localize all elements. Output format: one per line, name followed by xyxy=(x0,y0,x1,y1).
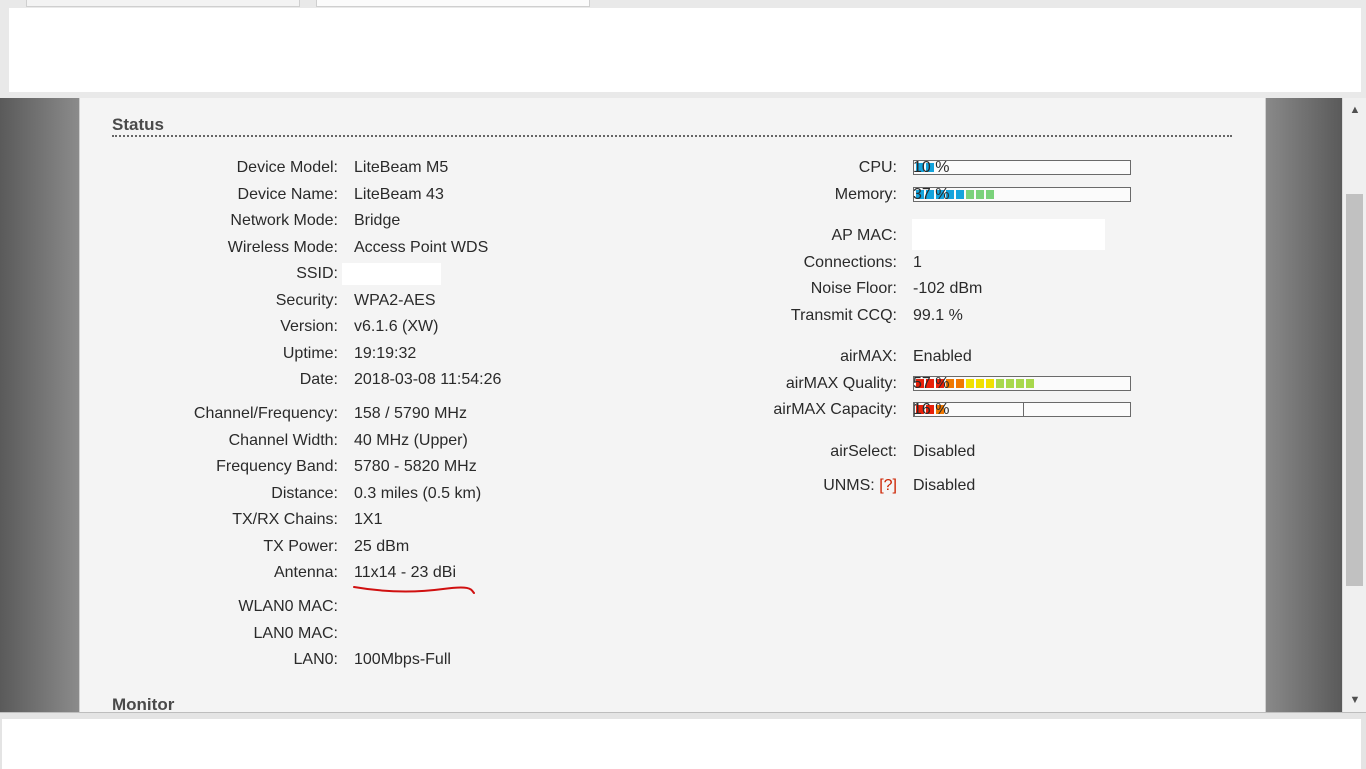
row-tx-power: TX Power: 25 dBm xyxy=(80,536,1265,558)
row-lan0-mac: LAN0 MAC: xyxy=(80,623,1265,645)
value-unms: Disabled xyxy=(913,477,976,494)
row-noise-floor: Noise Floor: -102 dBm xyxy=(80,278,1265,300)
row-ap-mac: AP MAC: xyxy=(80,219,1265,250)
meter-cell xyxy=(976,379,984,388)
meter-cell xyxy=(956,379,964,388)
airmax-capacity-percent: 16 % xyxy=(913,401,950,418)
monitor-section-title: Monitor xyxy=(112,695,175,712)
browser-tab-active[interactable] xyxy=(316,0,590,7)
value-tx-power: 25 dBm xyxy=(354,538,410,555)
label-txrx-chains: TX/RX Chains: xyxy=(232,511,338,528)
status-panel: Status Device Model: LiteBeam M5 Device … xyxy=(79,98,1266,712)
label-ap-mac: AP MAC: xyxy=(831,227,898,244)
meter-cell xyxy=(986,379,994,388)
meter-cell xyxy=(966,190,974,199)
label-airmax-capacity: airMAX Capacity: xyxy=(773,401,897,418)
unms-help-link[interactable]: [?] xyxy=(879,477,897,494)
vertical-scrollbar[interactable]: ▲ ▼ xyxy=(1342,98,1366,712)
value-connections: 1 xyxy=(913,254,922,271)
meter-cell xyxy=(1016,379,1024,388)
value-noise-floor: -102 dBm xyxy=(913,280,983,297)
bottom-strip xyxy=(0,712,1366,769)
row-antenna: Antenna: 11x14 - 23 dBi xyxy=(80,562,1265,584)
value-lan0: 100Mbps-Full xyxy=(354,651,451,668)
value-airselect: Disabled xyxy=(913,443,976,460)
label-lan0: LAN0: xyxy=(293,651,338,668)
row-connections: Connections: 1 xyxy=(80,252,1265,274)
meter-cell xyxy=(956,190,964,199)
scroll-up-arrow-icon[interactable]: ▲ xyxy=(1343,100,1366,120)
row-lan0: LAN0: 100Mbps-Full xyxy=(80,649,1265,671)
meter-cell xyxy=(976,190,984,199)
browser-chrome xyxy=(0,0,1366,98)
label-airmax: airMAX: xyxy=(840,348,897,365)
label-antenna: Antenna: xyxy=(273,564,338,581)
label-tx-power: TX Power: xyxy=(263,538,338,555)
airmax-quality-percent: 57 % xyxy=(913,375,950,392)
status-section-title: Status xyxy=(112,115,164,134)
row-airmax-quality: airMAX Quality: 57 % xyxy=(80,373,1265,395)
row-cpu: CPU: 10 % xyxy=(80,157,1265,179)
value-transmit-ccq: 99.1 % xyxy=(913,307,963,324)
value-txrx-chains: 1X1 xyxy=(354,511,383,528)
meter-cell xyxy=(996,379,1004,388)
label-lan0-mac: LAN0 MAC: xyxy=(253,625,338,642)
unms-label-text: UNMS: xyxy=(823,477,875,494)
label-unms: UNMS: [?] xyxy=(823,475,897,497)
meter-cell xyxy=(1006,379,1014,388)
red-underline-annotation xyxy=(353,586,475,594)
label-airmax-quality: airMAX Quality: xyxy=(785,375,897,392)
label-noise-floor: Noise Floor: xyxy=(810,280,897,297)
label-cpu: CPU: xyxy=(858,159,897,176)
value-antenna: 11x14 - 23 dBi xyxy=(354,564,456,581)
cpu-percent: 10 % xyxy=(913,159,950,176)
browser-tab[interactable] xyxy=(26,0,300,7)
meter-cell xyxy=(986,190,994,199)
row-airselect: airSelect: Disabled xyxy=(80,441,1265,463)
value-airmax: Enabled xyxy=(913,348,972,365)
section-divider xyxy=(112,135,1232,137)
label-connections: Connections: xyxy=(803,254,897,271)
row-airmax-capacity: airMAX Capacity: 16 % xyxy=(80,399,1265,421)
row-txrx-chains: TX/RX Chains: 1X1 xyxy=(80,509,1265,531)
row-memory: Memory: 37 % xyxy=(80,184,1265,206)
row-wlan0-mac: WLAN0 MAC: xyxy=(80,596,1265,618)
row-unms: UNMS: [?] Disabled xyxy=(80,475,1265,497)
scroll-down-arrow-icon[interactable]: ▼ xyxy=(1343,690,1366,710)
redacted-bottom-area xyxy=(2,719,1361,769)
row-airmax: airMAX: Enabled xyxy=(80,346,1265,368)
label-transmit-ccq: Transmit CCQ: xyxy=(790,307,897,324)
memory-percent: 37 % xyxy=(913,186,950,203)
scrollbar-thumb[interactable] xyxy=(1346,194,1363,586)
redacted-ap-mac xyxy=(912,219,1105,250)
meter-cell xyxy=(966,379,974,388)
label-memory: Memory: xyxy=(834,186,897,203)
label-wlan0-mac: WLAN0 MAC: xyxy=(238,598,338,615)
redacted-toolbar xyxy=(9,8,1361,92)
meter-cell xyxy=(1026,379,1034,388)
label-airselect: airSelect: xyxy=(830,443,897,460)
row-transmit-ccq: Transmit CCQ: 99.1 % xyxy=(80,305,1265,327)
